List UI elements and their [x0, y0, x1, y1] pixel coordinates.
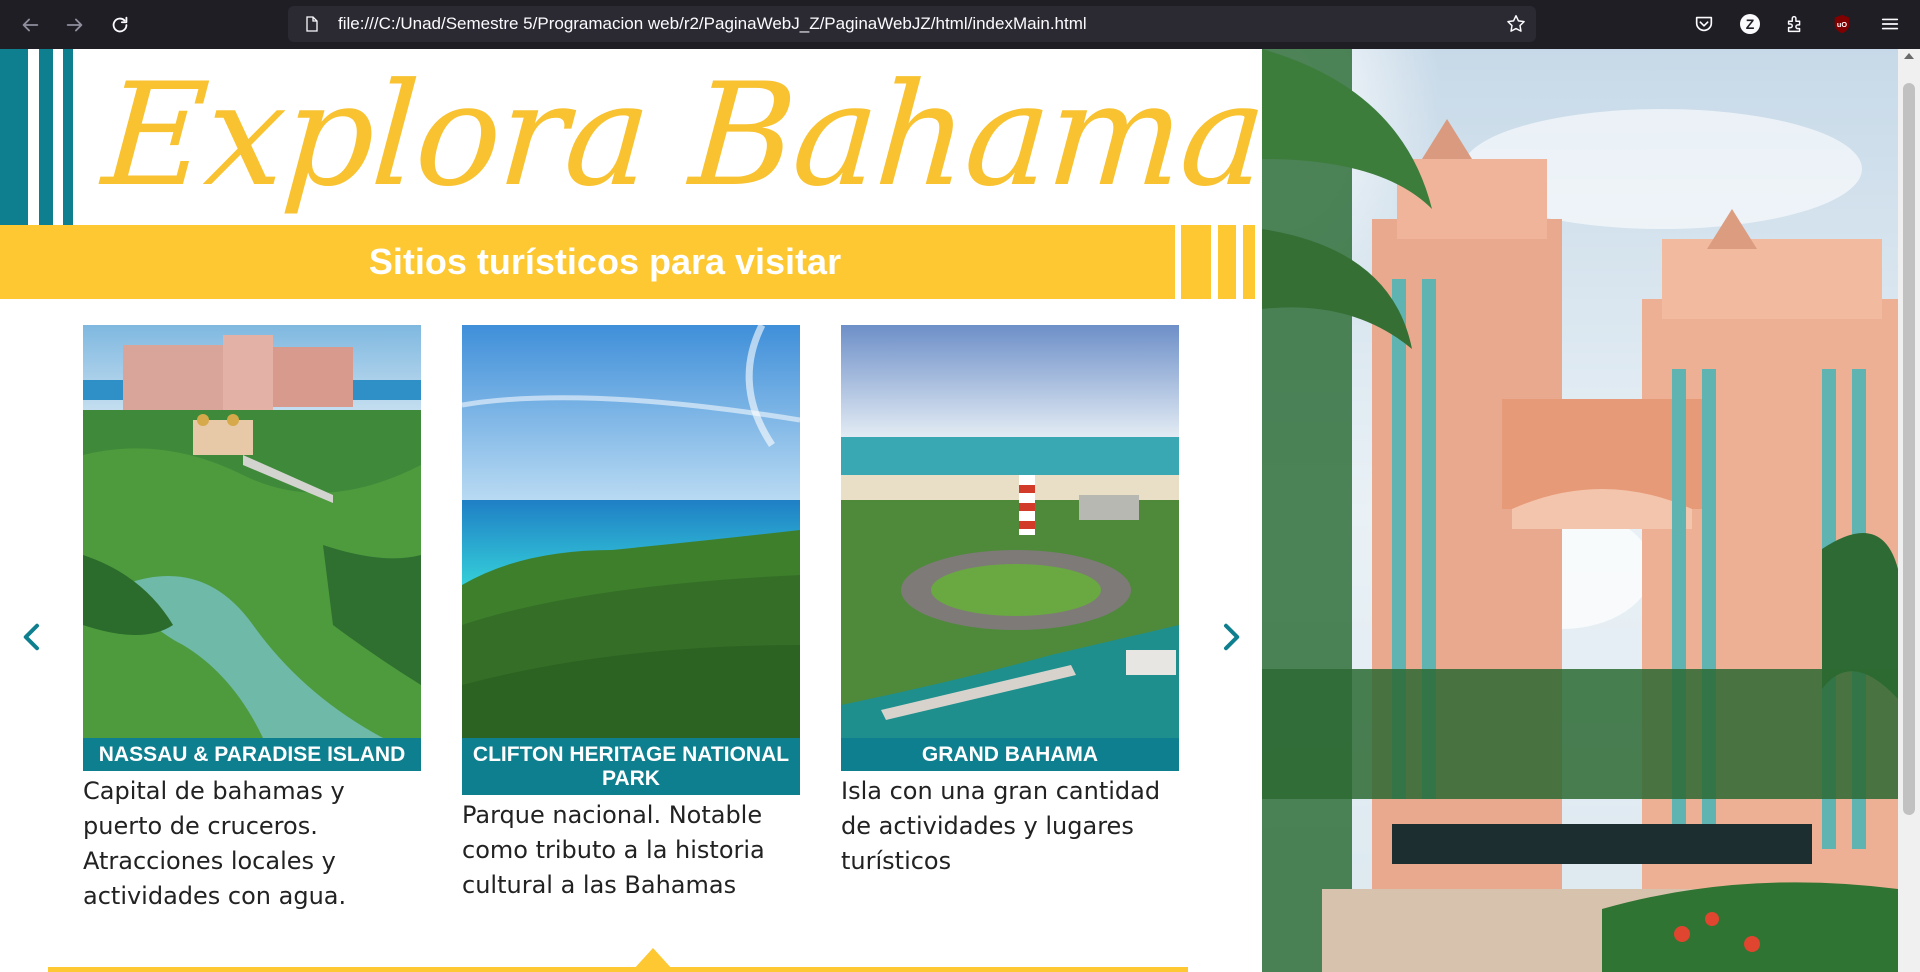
banner-title: Sitios turísticos para visitar	[368, 241, 842, 282]
ublock-icon[interactable]: uO	[1828, 10, 1856, 38]
url-text[interactable]: file:///C:/Unad/Semestre 5/Programacion …	[338, 14, 1087, 34]
svg-text:uO: uO	[1837, 20, 1847, 29]
bookmark-star-icon[interactable]	[1504, 12, 1528, 36]
scroll-thumb[interactable]	[1903, 83, 1915, 815]
chevron-left-icon	[23, 623, 39, 651]
teal-stripe	[63, 49, 73, 225]
page-scrollbar[interactable]	[1898, 49, 1920, 972]
card-description: Capital de bahamas y puerto de cruceros.…	[83, 777, 347, 910]
card-description: Isla con una gran cantidad de actividade…	[841, 777, 1161, 875]
section-banner: Sitios turísticos para visitar	[0, 225, 1175, 299]
yellow-stripe	[1243, 225, 1255, 299]
menu-icon[interactable]	[1876, 10, 1904, 38]
page-viewport: Explora Bahamas! Sitios turísticos para …	[0, 49, 1920, 972]
pocket-icon[interactable]	[1690, 10, 1718, 38]
card-title: GRAND BAHAMA	[841, 738, 1179, 771]
z-extension-letter: Z	[1746, 16, 1755, 32]
card-clifton[interactable]: CLIFTON HERITAGE NATIONAL PARK Parque na…	[462, 325, 800, 903]
arrow-left-icon	[22, 18, 39, 32]
arrow-right-icon	[66, 18, 83, 32]
carousel-next-button[interactable]	[1211, 615, 1251, 659]
yellow-stripe	[1181, 225, 1211, 299]
browser-toolbar: file:///C:/Unad/Semestre 5/Programacion …	[0, 0, 1920, 49]
card-description: Parque nacional. Notable como tributo a …	[462, 801, 765, 899]
reload-button[interactable]	[103, 8, 137, 42]
reload-icon	[112, 16, 128, 33]
file-icon	[302, 14, 322, 34]
hero-image	[1262, 49, 1898, 972]
card-title: NASSAU & PARADISE ISLAND	[83, 738, 421, 771]
card-image	[841, 325, 1179, 738]
yellow-stripe	[1218, 225, 1236, 299]
card-nassau[interactable]: NASSAU & PARADISE ISLAND Capital de baha…	[83, 325, 421, 914]
address-bar[interactable]: file:///C:/Unad/Semestre 5/Programacion …	[288, 6, 1536, 42]
card-image	[83, 325, 421, 738]
card-image	[462, 325, 800, 738]
back-button[interactable]	[13, 8, 47, 42]
page-title: Explora Bahamas!	[98, 53, 1262, 218]
card-grand-bahama[interactable]: GRAND BAHAMA Isla con una gran cantidad …	[841, 325, 1179, 879]
teal-stripe	[39, 49, 53, 225]
extensions-icon[interactable]	[1781, 10, 1809, 38]
chevron-right-icon	[1224, 623, 1240, 651]
carousel-prev-button[interactable]	[12, 615, 52, 659]
forward-button[interactable]	[58, 8, 92, 42]
teal-stripe	[0, 49, 28, 225]
main-panel: Explora Bahamas! Sitios turísticos para …	[0, 49, 1262, 972]
scroll-up-arrow-icon[interactable]	[1904, 53, 1914, 59]
bottom-triangle	[633, 948, 673, 970]
bottom-divider	[48, 967, 1188, 972]
card-title: CLIFTON HERITAGE NATIONAL PARK	[462, 738, 800, 795]
z-extension-icon[interactable]: Z	[1736, 10, 1764, 38]
